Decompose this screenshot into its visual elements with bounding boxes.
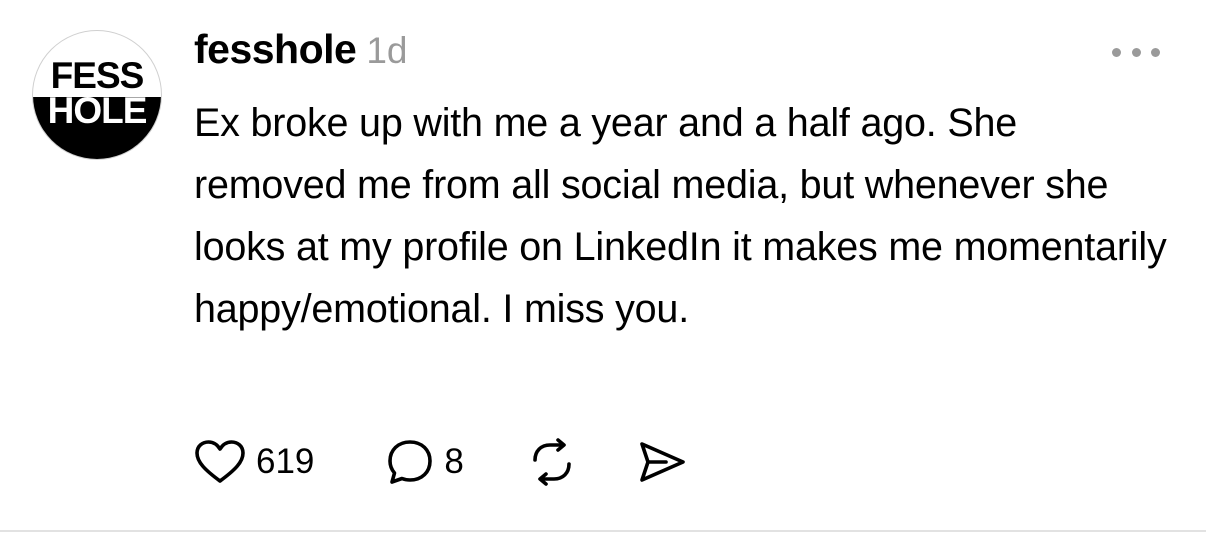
avatar[interactable]: FESS HOLE [32, 30, 162, 160]
post-header: fesshole 1d [194, 26, 408, 76]
avatar-text-bottom: HOLE [47, 90, 148, 131]
ellipsis-icon [1112, 47, 1160, 57]
heart-icon [194, 439, 246, 485]
like-button[interactable]: 619 [194, 439, 314, 485]
post-timestamp: 1d [366, 30, 408, 71]
repost-icon [526, 438, 578, 486]
comment-button[interactable]: 8 [386, 437, 464, 487]
post-actions: 619 8 [194, 437, 688, 487]
comment-bubble-icon [386, 437, 434, 487]
username-link[interactable]: fesshole [194, 26, 357, 73]
share-button[interactable] [636, 438, 688, 486]
send-icon [636, 438, 688, 486]
more-options-button[interactable] [1112, 40, 1160, 64]
comment-count: 8 [444, 442, 464, 481]
post-divider [0, 530, 1206, 532]
repost-button[interactable] [526, 438, 578, 486]
like-count: 619 [256, 442, 315, 481]
post-text: Ex broke up with me a year and a half ag… [194, 101, 1167, 331]
